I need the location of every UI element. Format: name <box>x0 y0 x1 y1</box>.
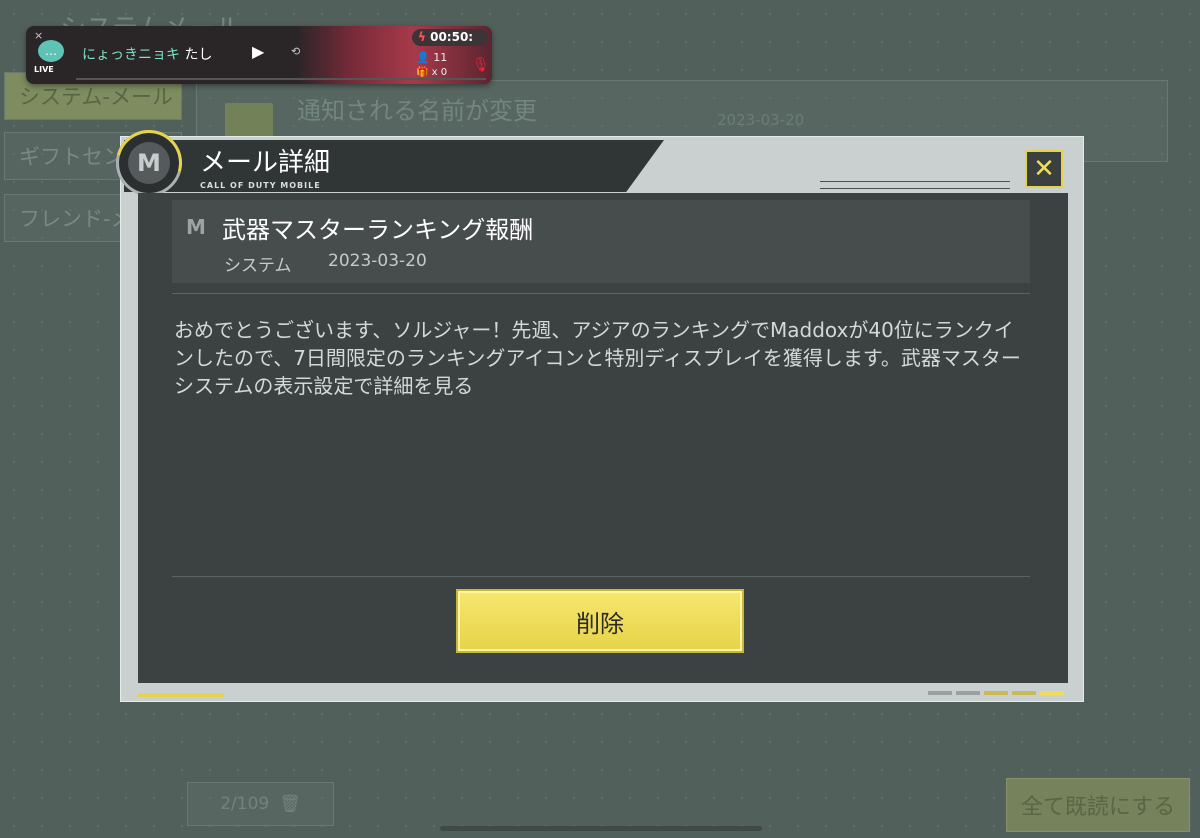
microphone-icon[interactable]: 🎙 <box>472 57 490 73</box>
viewer-count: 👤 11 <box>416 51 448 64</box>
mail-subject: 武器マスターランキング報酬 <box>222 216 534 244</box>
stream-timer-value: 00:50: <box>430 30 474 44</box>
close-icon[interactable]: ✕ <box>1025 150 1063 188</box>
delete-button[interactable]: 削除 <box>456 589 744 653</box>
page-indicator-segment <box>956 691 980 695</box>
live-label: LIVE <box>34 65 54 74</box>
stream-timer: ϟ 00:50: <box>412 29 488 46</box>
page-indicator-segment <box>1012 691 1036 695</box>
system-mail-icon: M <box>186 215 206 239</box>
streamer-name-suffix: たし <box>184 47 213 63</box>
page-indicator <box>928 691 1064 695</box>
home-indicator[interactable] <box>440 826 762 831</box>
page-indicator-segment <box>928 691 952 695</box>
replay-icon[interactable]: ⟲ <box>291 45 300 58</box>
streamer-name-main: にょっきニョキ <box>82 47 180 63</box>
lightning-icon: ϟ <box>418 30 426 44</box>
play-icon[interactable]: ▶ <box>252 42 264 61</box>
chat-bubble-icon: … <box>38 40 64 62</box>
dialog-title: メール詳細 <box>200 148 331 178</box>
page-indicator-segment <box>984 691 1008 695</box>
gift-count-value: x 0 <box>431 67 448 78</box>
mail-date: 2023-03-20 <box>328 251 427 271</box>
header-decoration <box>820 181 1010 189</box>
streamer-name: にょっきニョキ たし <box>82 44 212 64</box>
page-indicator-segment <box>1040 691 1064 695</box>
mail-sender: システム <box>224 256 292 276</box>
accent-strip <box>138 693 224 697</box>
live-stream-overlay[interactable]: × … LIVE にょっきニョキ たし ▶ ⟲ ϟ 00:50: 👤 11 🎁 … <box>26 26 492 84</box>
mail-body: おめでとうございます、ソルジャー！先週、アジアのランキングでMaddoxが40位… <box>174 318 1021 398</box>
divider <box>172 576 1030 577</box>
dialog-subtitle: CALL OF DUTY MOBILE <box>200 181 321 190</box>
live-close-icon[interactable]: × <box>34 29 43 42</box>
viewer-count-value: 11 <box>433 51 448 64</box>
stream-progress-bar <box>76 78 486 80</box>
divider <box>172 293 1030 294</box>
gift-count: 🎁 x 0 <box>416 67 448 78</box>
